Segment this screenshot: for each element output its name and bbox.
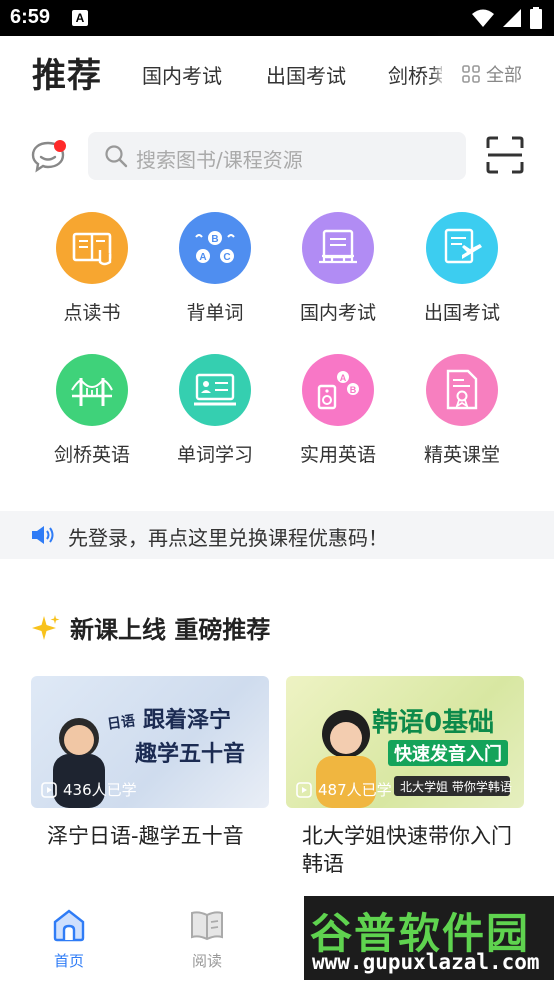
course-card[interactable]: 韩语0基础 快速发音入门 北大学姐 带你学韩语 487人已学 北大学姐快速带你入…: [286, 676, 524, 878]
svg-text:C: C: [223, 252, 230, 263]
nav-read[interactable]: 阅读: [172, 908, 242, 971]
course-title: 北大学姐快速带你入门韩语: [302, 824, 512, 876]
nav-home[interactable]: 首页: [34, 908, 104, 971]
category-label: 单词学习: [176, 444, 253, 466]
category-elite-class[interactable]: 精英课堂: [407, 354, 517, 467]
home-icon: [53, 909, 85, 942]
book-icon: [191, 911, 223, 941]
search-input[interactable]: 搜索图书/课程资源: [88, 132, 466, 180]
status-time: 6:59: [10, 6, 51, 28]
svg-text:B: B: [211, 234, 218, 245]
bridge-icon: [56, 354, 128, 426]
thumb-heading: 跟着泽宁: [143, 708, 232, 733]
category-point-read[interactable]: 点读书: [37, 212, 147, 325]
nav-read-label: 阅读: [191, 952, 222, 970]
category-label: 国内考试: [299, 302, 376, 324]
grid-icon: [462, 65, 480, 83]
search-row: 搜索图书/课程资源: [0, 130, 554, 182]
section-header: 新课上线 重磅推荐: [32, 610, 270, 645]
watermark-url: www.gupuxlazal.com: [312, 950, 540, 974]
category-cambridge[interactable]: 剑桥英语: [37, 354, 147, 467]
category-vocab[interactable]: BA C 背单词: [160, 212, 270, 325]
certificate-icon: [426, 354, 498, 426]
watermark-logo: 谷普软件园 www.gupuxlazal.com: [304, 896, 554, 980]
category-domestic-exam[interactable]: 国内考试: [283, 212, 393, 325]
speaker-ab-icon: AB: [302, 354, 374, 426]
thumb-tag: 北大学姐 带你学韩语: [400, 780, 512, 794]
battery-icon: [530, 7, 542, 29]
scan-icon[interactable]: [486, 136, 524, 174]
thumb-tag: 日语: [106, 713, 137, 733]
all-categories-button[interactable]: 全部: [446, 46, 554, 102]
tab-cambridge-clip: 剑桥英: [388, 60, 442, 90]
speaker-icon: [32, 526, 54, 544]
play-icon: [41, 781, 57, 798]
search-icon: [105, 145, 128, 168]
section-title: 新课上线 重磅推荐: [70, 616, 271, 644]
category-label: 点读书: [63, 302, 121, 324]
notification-a-icon: A: [72, 10, 88, 26]
status-icons: [472, 7, 542, 29]
coupon-notice-bar[interactable]: 先登录，再点这里兑换课程优惠码！: [0, 511, 554, 559]
tab-cambridge[interactable]: 剑桥英: [388, 64, 442, 88]
category-practical-english[interactable]: AB 实用英语: [283, 354, 393, 467]
learner-count-text: 436人已学: [63, 781, 137, 799]
learner-count: 436人已学: [41, 779, 137, 800]
word-card-icon: [179, 354, 251, 426]
category-label: 剑桥英语: [53, 444, 130, 466]
tab-domestic-exam[interactable]: 国内考试: [142, 60, 222, 89]
svg-text:A: A: [199, 252, 206, 263]
exam-domestic-icon: [302, 212, 374, 284]
all-categories-label: 全部: [486, 65, 522, 86]
thumb-subheading: 快速发音入门: [388, 740, 508, 766]
course-thumbnail: 韩语0基础 快速发音入门 北大学姐 带你学韩语 487人已学: [286, 676, 524, 808]
play-icon: [296, 781, 312, 798]
category-tabs: 推荐 国内考试 出国考试 剑桥英 全部: [0, 36, 554, 114]
thumb-heading: 韩语0基础: [372, 708, 495, 738]
notice-text: 先登录，再点这里兑换课程优惠码！: [68, 526, 388, 550]
plane-doc-icon: [426, 212, 498, 284]
category-label: 出国考试: [423, 302, 500, 324]
course-card[interactable]: 日语 跟着泽宁 趣学五十音 436人已学 泽宁日语-趣学五十音: [31, 676, 269, 850]
search-placeholder: 搜索图书/课程资源: [136, 148, 303, 172]
svg-text:B: B: [350, 385, 357, 395]
category-abroad-exam[interactable]: 出国考试: [407, 212, 517, 325]
course-thumbnail: 日语 跟着泽宁 趣学五十音 436人已学: [31, 676, 269, 808]
tab-abroad-exam[interactable]: 出国考试: [266, 60, 346, 89]
tab-recommend[interactable]: 推荐: [32, 48, 102, 97]
course-title: 泽宁日语-趣学五十音: [47, 824, 244, 848]
category-label: 背单词: [186, 302, 244, 324]
book-point-icon: [56, 212, 128, 284]
learner-count: 487人已学: [296, 779, 392, 800]
category-label: 精英课堂: [423, 444, 500, 466]
thumb-subheading: 趣学五十音: [135, 742, 246, 767]
category-word-study[interactable]: 单词学习: [160, 354, 270, 467]
learner-count-text: 487人已学: [318, 781, 392, 799]
signal-icon: [503, 9, 521, 27]
unread-dot: [54, 140, 66, 152]
nav-home-label: 首页: [53, 952, 84, 970]
wifi-icon: [472, 9, 494, 27]
svg-text:A: A: [340, 373, 347, 383]
abc-icon: BA C: [179, 212, 251, 284]
status-bar: 6:59 A: [0, 0, 554, 36]
category-label: 实用英语: [299, 444, 376, 466]
sparkle-icon: [32, 614, 60, 640]
